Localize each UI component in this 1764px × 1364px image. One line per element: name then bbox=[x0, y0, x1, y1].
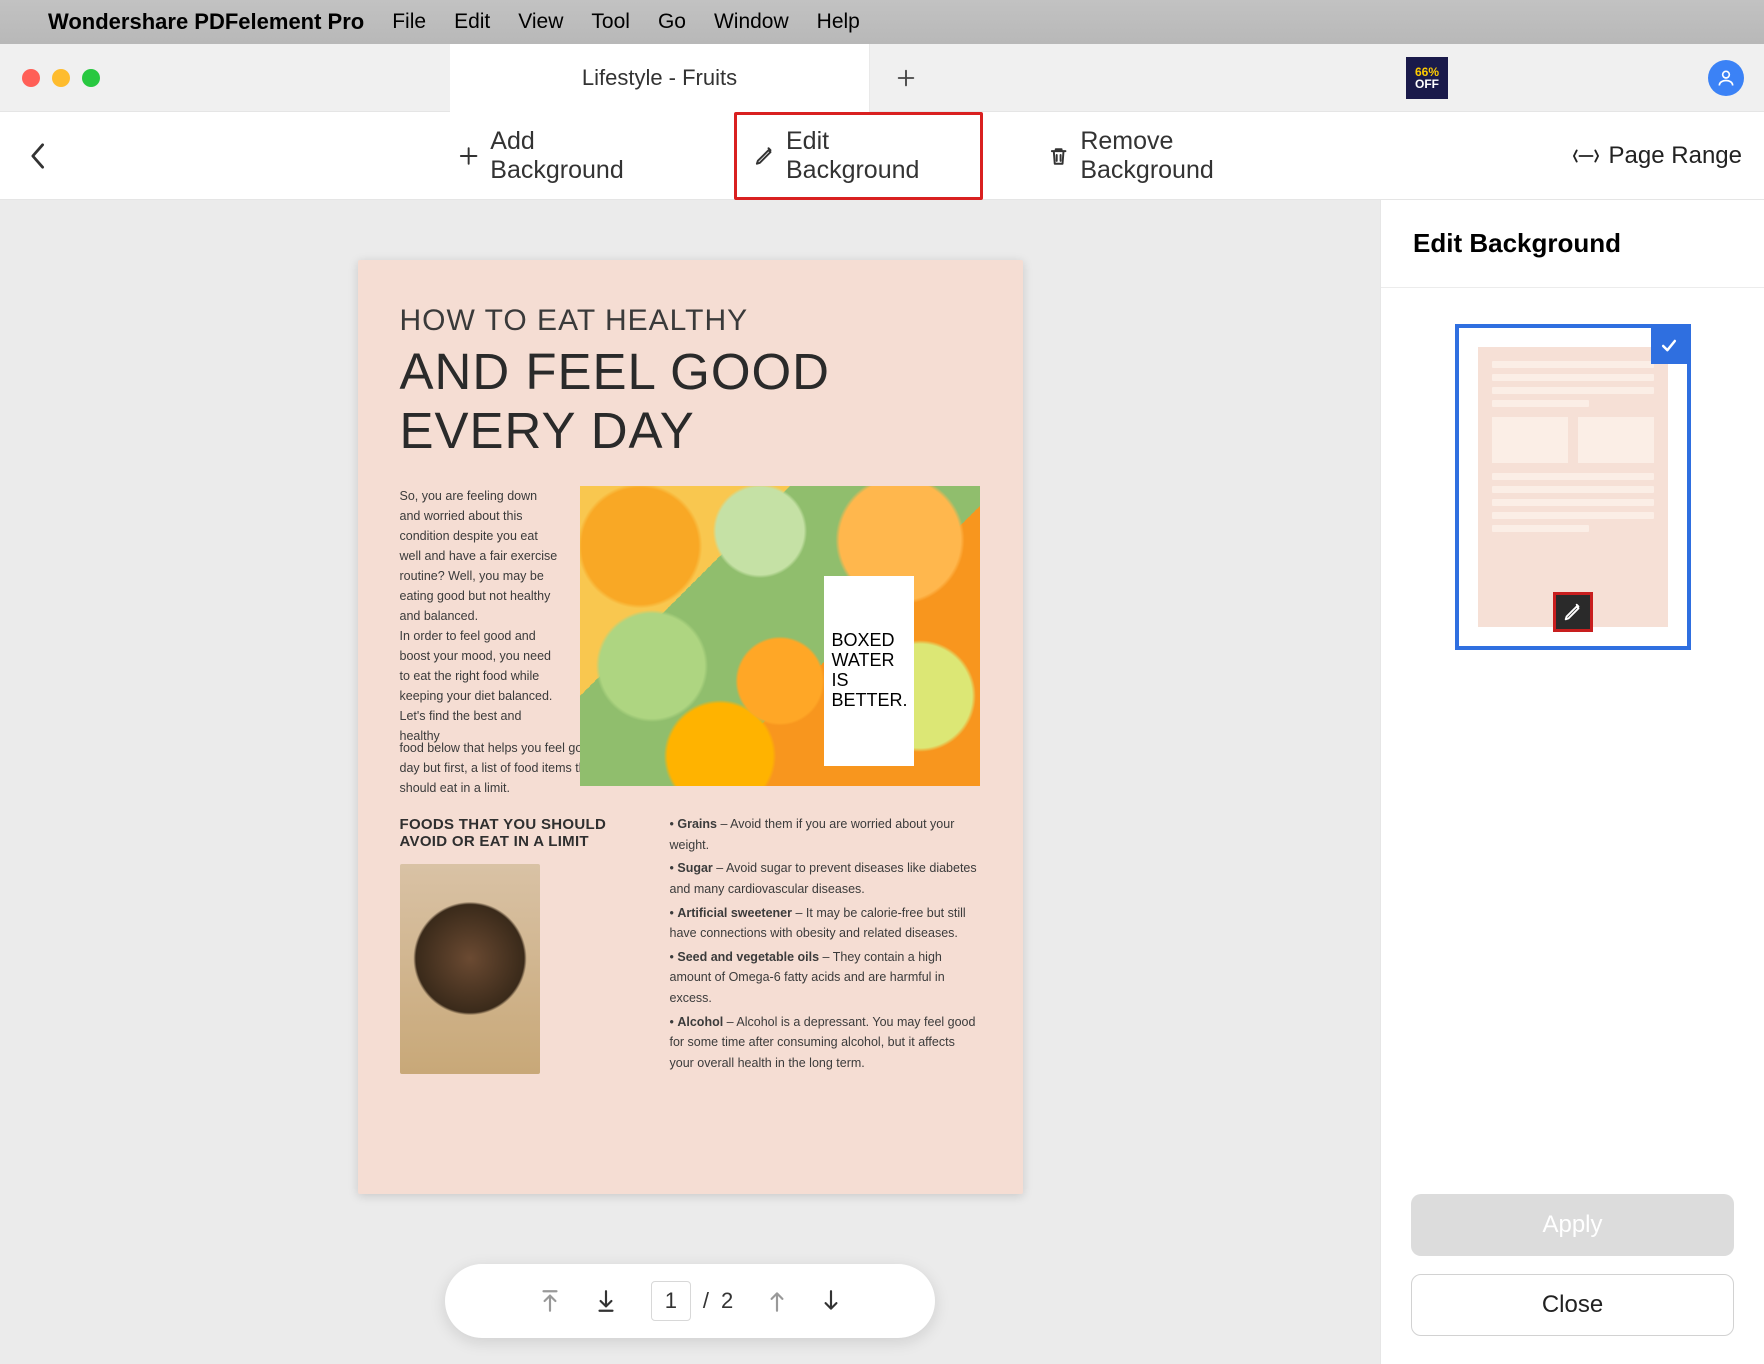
menu-edit[interactable]: Edit bbox=[454, 10, 490, 34]
edit-background-sidebar: Edit Background Apply Close bbox=[1380, 200, 1764, 1364]
menu-view[interactable]: View bbox=[518, 10, 563, 34]
edit-background-button[interactable]: Edit Background bbox=[734, 112, 983, 200]
apply-button[interactable]: Apply bbox=[1411, 1194, 1734, 1256]
pencil-icon bbox=[753, 144, 776, 168]
zoom-window-button[interactable] bbox=[82, 69, 100, 87]
doc-carton-text: BOXED WATER IS BETTER. bbox=[824, 576, 914, 766]
page-range-label: Page Range bbox=[1609, 142, 1742, 170]
doc-bullet-list: • Grains – Avoid them if you are worried… bbox=[670, 814, 981, 1074]
traffic-lights bbox=[22, 69, 100, 87]
next-page-button[interactable] bbox=[821, 1288, 841, 1314]
back-button[interactable] bbox=[28, 142, 46, 170]
doc-heading-2: AND FEEL GOOD EVERY DAY bbox=[400, 342, 981, 460]
menu-window[interactable]: Window bbox=[714, 10, 789, 34]
close-button[interactable]: Close bbox=[1411, 1274, 1734, 1336]
trash-icon bbox=[1047, 144, 1070, 168]
doc-heading-1: HOW TO EAT HEALTHY bbox=[400, 304, 981, 338]
macos-menubar: Wondershare PDFelement Pro File Edit Vie… bbox=[0, 0, 1764, 44]
user-avatar[interactable] bbox=[1708, 60, 1744, 96]
remove-background-button[interactable]: Remove Background bbox=[1031, 115, 1323, 197]
window-tabbar: Lifestyle - Fruits 66% OFF bbox=[0, 44, 1764, 112]
thumbnail-edit-button[interactable] bbox=[1553, 592, 1593, 632]
add-background-button[interactable]: Add Background bbox=[441, 115, 686, 197]
document-page: HOW TO EAT HEALTHY AND FEEL GOOD EVERY D… bbox=[358, 260, 1023, 1194]
add-background-label: Add Background bbox=[490, 127, 669, 185]
background-toolbar: Add Background Edit Background Remove Ba… bbox=[0, 112, 1764, 200]
arrow-down-bar-icon bbox=[595, 1288, 617, 1314]
remove-background-label: Remove Background bbox=[1080, 127, 1307, 185]
promo-badge[interactable]: 66% OFF bbox=[1406, 57, 1448, 99]
page-input-group: 1 / 2 bbox=[651, 1281, 733, 1321]
total-pages: 2 bbox=[721, 1288, 733, 1314]
promo-percent: 66% bbox=[1415, 66, 1439, 78]
menu-help[interactable]: Help bbox=[817, 10, 860, 34]
plus-icon bbox=[457, 144, 480, 168]
first-page-button[interactable] bbox=[539, 1288, 561, 1314]
document-viewport[interactable]: HOW TO EAT HEALTHY AND FEEL GOOD EVERY D… bbox=[0, 200, 1380, 1364]
main-area: HOW TO EAT HEALTHY AND FEEL GOOD EVERY D… bbox=[0, 200, 1764, 1364]
page-range-icon bbox=[1573, 145, 1599, 167]
prev-page-button[interactable] bbox=[767, 1288, 787, 1314]
page-separator: / bbox=[703, 1288, 709, 1314]
arrow-up-bar-icon bbox=[539, 1288, 561, 1314]
menu-file[interactable]: File bbox=[392, 10, 426, 34]
doc-image-drink bbox=[400, 864, 540, 1074]
chevron-left-icon bbox=[28, 142, 46, 170]
thumbnail-preview bbox=[1478, 347, 1668, 627]
background-thumbnail[interactable] bbox=[1455, 324, 1691, 650]
menu-tool[interactable]: Tool bbox=[591, 10, 630, 34]
arrow-up-icon bbox=[767, 1288, 787, 1314]
close-window-button[interactable] bbox=[22, 69, 40, 87]
page-navigator: 1 / 2 bbox=[445, 1264, 935, 1338]
sidebar-title: Edit Background bbox=[1381, 200, 1764, 288]
promo-off: OFF bbox=[1415, 78, 1439, 90]
new-tab-button[interactable] bbox=[882, 54, 930, 102]
edit-background-label: Edit Background bbox=[786, 127, 964, 185]
pencil-icon bbox=[1562, 601, 1584, 623]
check-icon bbox=[1659, 336, 1679, 356]
user-icon bbox=[1716, 68, 1736, 88]
current-page-input[interactable]: 1 bbox=[651, 1281, 691, 1321]
page-range-button[interactable]: Page Range bbox=[1573, 142, 1742, 170]
document-tab[interactable]: Lifestyle - Fruits bbox=[450, 44, 870, 112]
plus-icon bbox=[895, 67, 917, 89]
doc-image-fruits: BOXED WATER IS BETTER. bbox=[580, 486, 980, 786]
doc-subheading: FOODS THAT YOU SHOULD AVOID OR EAT IN A … bbox=[400, 816, 640, 850]
last-page-button[interactable] bbox=[595, 1288, 617, 1314]
document-tab-title: Lifestyle - Fruits bbox=[582, 65, 737, 91]
menu-go[interactable]: Go bbox=[658, 10, 686, 34]
thumbnail-selected-check bbox=[1651, 328, 1687, 364]
arrow-down-icon bbox=[821, 1288, 841, 1314]
app-name[interactable]: Wondershare PDFelement Pro bbox=[48, 9, 364, 35]
minimize-window-button[interactable] bbox=[52, 69, 70, 87]
